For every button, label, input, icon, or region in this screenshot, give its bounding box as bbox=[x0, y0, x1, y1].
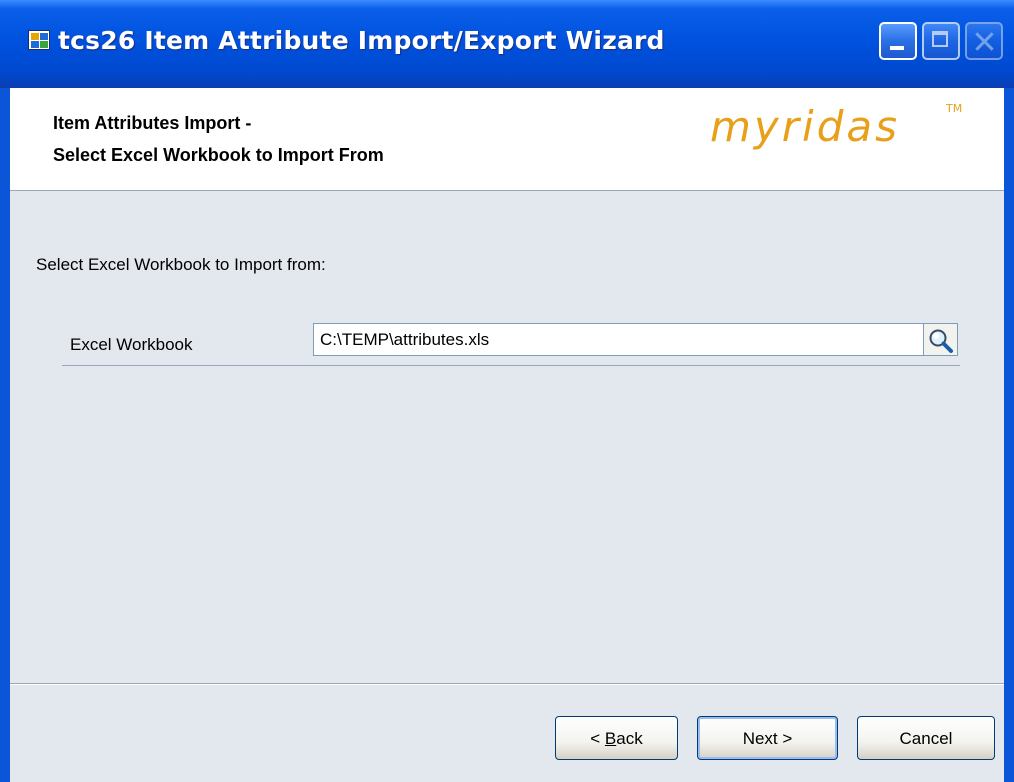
header-title: Item Attributes Import - bbox=[53, 113, 252, 133]
wizard-window: tcs26 Item Attribute Import/Export Wizar… bbox=[0, 0, 1014, 782]
header-subtitle: Select Excel Workbook to Import From bbox=[53, 145, 384, 165]
maximize-icon[interactable] bbox=[922, 22, 960, 60]
cancel-button[interactable]: Cancel bbox=[857, 716, 995, 760]
excel-workbook-row: Excel Workbook bbox=[62, 323, 960, 366]
trademark-mark: TM bbox=[946, 102, 963, 115]
excel-workbook-label: Excel Workbook bbox=[70, 335, 193, 354]
app-icon[interactable] bbox=[28, 30, 50, 50]
window-title: tcs26 Item Attribute Import/Export Wizar… bbox=[58, 26, 665, 55]
excel-workbook-input[interactable] bbox=[313, 323, 924, 356]
wizard-client-area: Item Attributes Import - Select Excel Wo… bbox=[10, 88, 1004, 782]
brand-logo: myridas bbox=[710, 102, 900, 151]
title-bar[interactable]: tcs26 Item Attribute Import/Export Wizar… bbox=[0, 0, 1014, 88]
close-icon[interactable] bbox=[965, 22, 1003, 60]
back-button[interactable]: < Back bbox=[555, 716, 678, 760]
footer-separator bbox=[10, 683, 1004, 685]
step-prompt: Select Excel Workbook to Import from: bbox=[36, 255, 326, 274]
magnifier-icon bbox=[929, 329, 953, 353]
minimize-icon[interactable] bbox=[879, 22, 917, 60]
next-button[interactable]: Next > bbox=[697, 716, 838, 760]
wizard-header: Item Attributes Import - Select Excel Wo… bbox=[10, 88, 1004, 191]
browse-workbook-button[interactable] bbox=[924, 323, 958, 356]
